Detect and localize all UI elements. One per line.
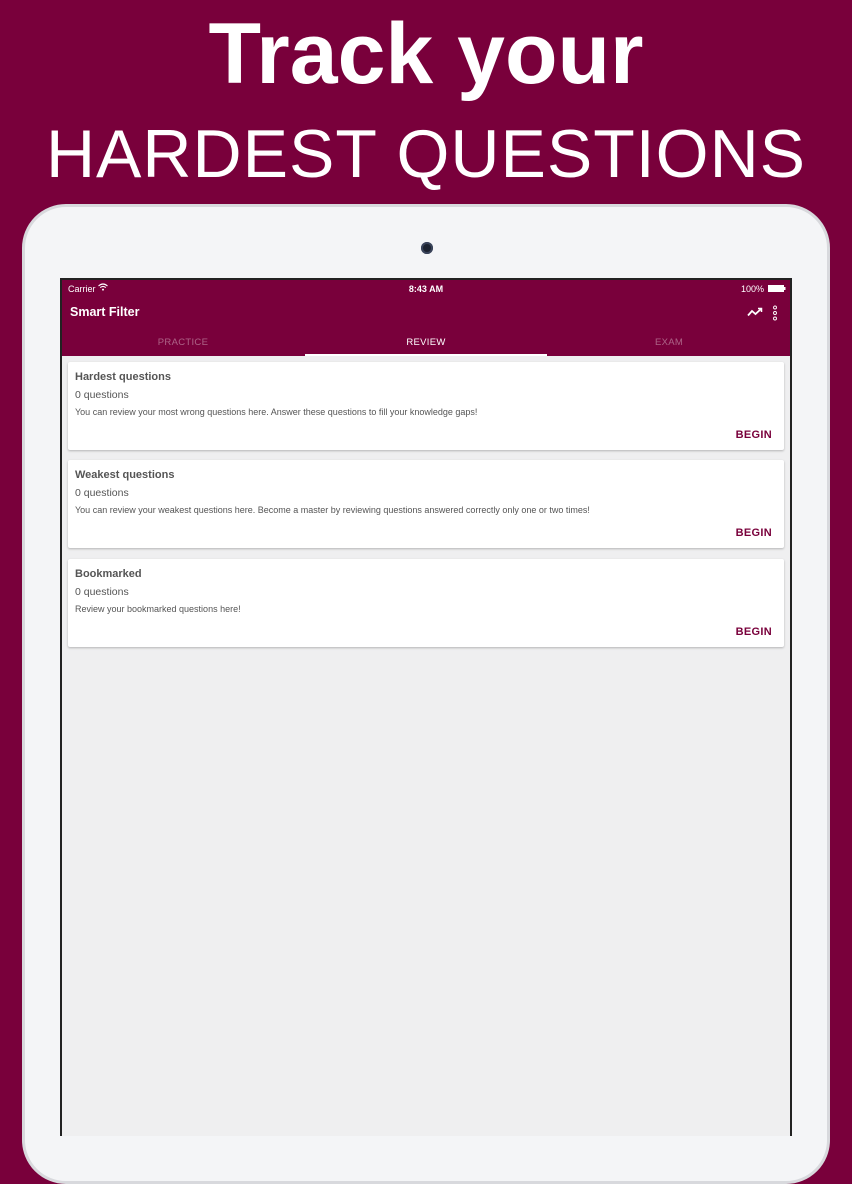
tab-practice[interactable]: PRACTICE [62, 332, 304, 356]
device-screen: Carrier 8:43 AM 100% Smart Filter PRACTI… [60, 278, 792, 1136]
tab-review[interactable]: REVIEW [305, 332, 547, 356]
app-bar: Smart Filter PRACTICE REVIEW EXAM [62, 298, 790, 356]
battery-percent: 100% [740, 284, 764, 294]
more-vertical-icon[interactable] [772, 305, 778, 321]
card-title: Hardest questions [75, 371, 171, 383]
card-description: You can review your most wrong questions… [75, 407, 478, 417]
tab-bar: PRACTICE REVIEW EXAM [62, 332, 790, 356]
question-count: 0 questions [75, 487, 129, 499]
camera-icon [421, 242, 433, 254]
begin-weakest-button[interactable]: BEGIN [736, 527, 772, 539]
begin-bookmarked-button[interactable]: BEGIN [736, 626, 772, 638]
card-description: Review your bookmarked questions here! [75, 604, 241, 614]
question-count: 0 questions [75, 389, 129, 401]
card-description: You can review your weakest questions he… [75, 505, 590, 515]
hardest-questions-card: Hardest questions 0 questions You can re… [68, 362, 784, 450]
card-title: Weakest questions [75, 469, 175, 481]
battery-icon [768, 285, 786, 292]
app-window: Carrier 8:43 AM 100% Smart Filter PRACTI… [62, 280, 790, 1136]
question-count: 0 questions [75, 586, 129, 598]
tab-exam[interactable]: EXAM [548, 332, 790, 356]
status-bar: Carrier 8:43 AM 100% [62, 280, 790, 298]
bookmarked-card: Bookmarked 0 questions Review your bookm… [68, 559, 784, 647]
begin-hardest-button[interactable]: BEGIN [736, 429, 772, 441]
card-title: Bookmarked [75, 568, 142, 580]
trending-up-icon[interactable] [747, 307, 763, 317]
promo-headline-line2: HARDEST QUESTIONS [45, 116, 807, 192]
page-title: Smart Filter [70, 305, 140, 319]
weakest-questions-card: Weakest questions 0 questions You can re… [68, 460, 784, 548]
status-time: 8:43 AM [408, 284, 444, 294]
promo-headline-line1: Track your [208, 6, 644, 102]
